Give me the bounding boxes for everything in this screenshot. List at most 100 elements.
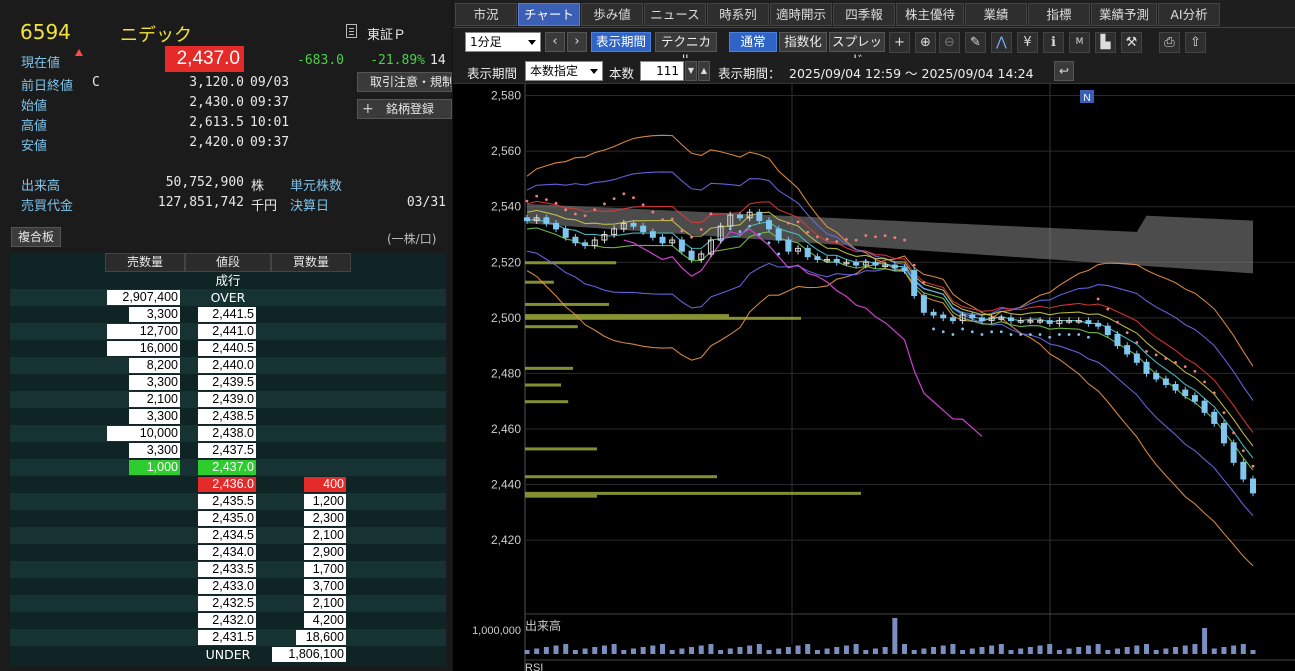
sar-dot (999, 330, 1003, 334)
ask-price[interactable]: 2,441.5 (198, 307, 256, 322)
export-icon[interactable]: ⇧ (1185, 32, 1206, 53)
spread-button[interactable]: スプレッド (829, 32, 885, 67)
count-up-icon[interactable]: ▲ (698, 61, 710, 81)
bid-qty[interactable]: 4,200 (304, 613, 346, 628)
index-button[interactable]: 指数化 (779, 32, 827, 52)
interval-select[interactable]: 1分足 (465, 32, 541, 52)
period-mode-select[interactable]: 本数指定 (525, 61, 603, 81)
ask-qty[interactable]: 3,300 (129, 375, 180, 390)
price-chart[interactable]: 2,580 2,560 2,540 2,520 2,500 2,480 2,460 2,440… (453, 84, 1295, 671)
tab-market[interactable]: 市況 (455, 3, 517, 26)
trend-icon[interactable]: ⋀ (991, 32, 1012, 53)
sar-dot (632, 196, 635, 200)
zoom-in-icon[interactable]: ⊕ (915, 32, 936, 53)
tab-shikiho[interactable]: 四季報 (833, 3, 895, 26)
my-indicator-icon[interactable]: M (1069, 32, 1090, 53)
bid-qty[interactable]: 400 (304, 477, 346, 492)
ask-price[interactable]: 2,439.0 (198, 392, 256, 407)
crosshair-icon[interactable]: + (889, 32, 910, 53)
high-value: 2,613.5 (189, 115, 244, 130)
ask-qty[interactable]: 8,200 (129, 358, 180, 373)
bid-price[interactable]: 2,433.5 (198, 562, 256, 577)
count-down-icon[interactable]: ▼ (685, 61, 697, 81)
bid-qty[interactable]: 2,900 (304, 545, 346, 560)
sar-dot (980, 333, 984, 336)
technical-button[interactable]: テクニカル (655, 32, 717, 67)
bid-qty[interactable]: 2,100 (304, 596, 346, 611)
sar-dot (525, 199, 529, 203)
pencil-icon[interactable]: ✎ (965, 32, 986, 53)
bid-price[interactable]: 2,431.5 (198, 630, 256, 645)
y-tick-label: 2,480 (491, 366, 521, 380)
tab-indicators[interactable]: 指標 (1028, 3, 1090, 26)
bid-price[interactable]: 2,434.5 (198, 528, 256, 543)
bid-qty[interactable]: 18,600 (296, 630, 346, 645)
bid-qty[interactable]: 1,700 (304, 562, 346, 577)
zoom-out-icon[interactable]: ⊖ (939, 32, 960, 53)
composite-board-tab[interactable]: 複合板 (11, 227, 61, 247)
reset-icon[interactable]: ↩ (1054, 61, 1074, 81)
ask-price[interactable]: 2,439.5 (198, 375, 256, 390)
volume-profile-icon[interactable]: ▙ (1095, 32, 1116, 53)
news-marker-label: N (1083, 93, 1090, 104)
volume-bar (969, 648, 975, 654)
bid-price[interactable]: 2,436.0 (198, 477, 256, 492)
time-truncated: 14 (430, 53, 446, 68)
document-icon[interactable] (346, 24, 357, 38)
sar-dot (1251, 464, 1255, 468)
ask-price[interactable]: 2,441.0 (198, 324, 256, 339)
bid-price[interactable]: 2,433.0 (198, 579, 256, 594)
trade-caution-button[interactable]: 取引注意・規制 (357, 72, 452, 92)
ask-price[interactable]: 2,437.0 (198, 460, 256, 475)
bid-price[interactable]: 2,435.0 (198, 511, 256, 526)
register-stock-button[interactable]: + 銘柄登録 (357, 99, 452, 119)
bid-price[interactable]: 2,432.0 (198, 613, 256, 628)
info-icon[interactable]: ℹ (1043, 32, 1064, 53)
tab-earnings[interactable]: 業績 (965, 3, 1027, 26)
sar-dot (748, 224, 752, 228)
bid-qty[interactable]: 2,300 (304, 511, 346, 526)
ask-price[interactable]: 2,438.5 (198, 409, 256, 424)
ask-qty[interactable]: 3,300 (129, 307, 180, 322)
count-input[interactable]: 111 (640, 61, 684, 81)
bid-price[interactable]: 2,435.5 (198, 494, 256, 509)
ask-price[interactable]: 2,437.5 (198, 443, 256, 458)
ask-qty[interactable]: 3,300 (129, 443, 180, 458)
bid-qty[interactable]: 2,100 (304, 528, 346, 543)
ask-qty[interactable]: 2,100 (129, 392, 180, 407)
y-tick-label: 2,520 (491, 255, 521, 269)
volume-label: 出来高 (525, 618, 561, 633)
count-label: 本数 (609, 66, 635, 81)
ask-qty[interactable]: 1,000 (129, 460, 180, 475)
tab-news[interactable]: ニュース (644, 3, 706, 26)
bid-qty[interactable]: 1,200 (304, 494, 346, 509)
wrench-icon[interactable]: ⚒ (1121, 32, 1142, 53)
ask-qty[interactable]: 16,000 (107, 341, 180, 356)
ask-price[interactable]: 2,438.0 (198, 426, 256, 441)
tab-ai[interactable]: AI分析 (1158, 3, 1220, 26)
yen-icon[interactable]: ¥ (1017, 32, 1038, 53)
normal-button[interactable]: 通常 (729, 32, 777, 52)
tab-benefits[interactable]: 株主優待 (896, 3, 964, 26)
ask-qty[interactable]: 12,700 (107, 324, 180, 339)
ask-price[interactable]: 2,440.5 (198, 341, 256, 356)
bid-price[interactable]: 2,434.0 (198, 545, 256, 560)
tab-timeseries[interactable]: 時系列 (707, 3, 769, 26)
volume-bar (1221, 647, 1227, 654)
tab-forecast[interactable]: 業績予測 (1091, 3, 1157, 26)
stock-name: ニデック (120, 25, 192, 46)
ask-qty[interactable]: 10,000 (107, 426, 180, 441)
prev-button[interactable]: ‹ (545, 32, 565, 52)
ask-price[interactable]: 2,440.0 (198, 358, 256, 373)
candle-body (524, 217, 530, 222)
ask-qty[interactable]: 3,300 (129, 409, 180, 424)
period-button[interactable]: 表示期間 (591, 32, 651, 52)
tab-chart[interactable]: チャート (518, 3, 580, 26)
bid-price[interactable]: 2,432.5 (198, 596, 256, 611)
next-button[interactable]: › (567, 32, 587, 52)
tab-disclosure[interactable]: 適時開示 (770, 3, 832, 26)
bid-qty[interactable]: 3,700 (304, 579, 346, 594)
print-icon[interactable]: ⎙ (1159, 32, 1180, 53)
sar-dot (1009, 333, 1013, 336)
tab-ticks[interactable]: 歩み値 (581, 3, 643, 26)
